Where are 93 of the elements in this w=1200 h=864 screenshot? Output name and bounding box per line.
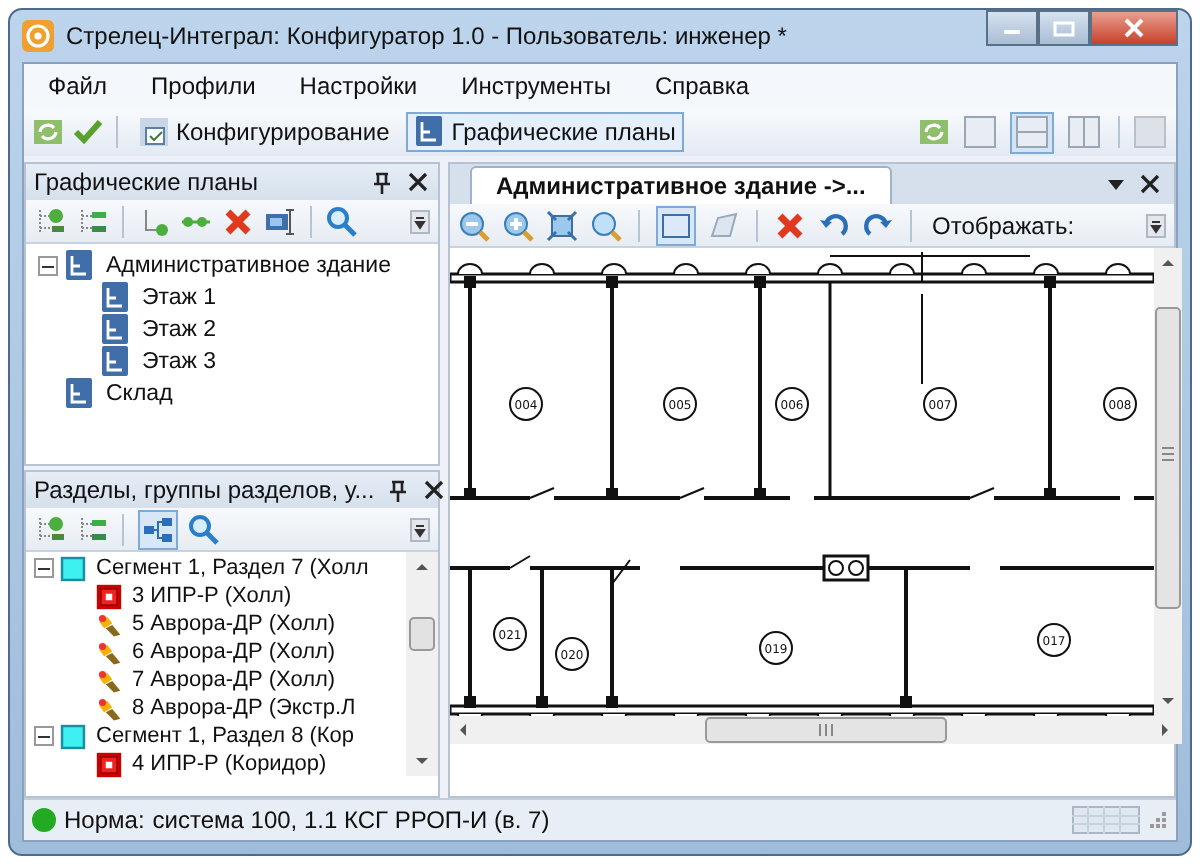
tree-item[interactable]: 3 ИПР-Р (Холл) [128, 584, 296, 608]
zoom-icon[interactable] [590, 209, 622, 241]
tree-item[interactable]: Этаж 3 [138, 350, 221, 374]
tree-view-button[interactable] [138, 509, 178, 549]
display-label: Отображать: [932, 211, 1075, 239]
close-icon [1122, 18, 1146, 38]
vertical-scrollbar[interactable] [406, 552, 438, 776]
rectangle-select-button[interactable] [656, 205, 696, 245]
close-icon[interactable] [1138, 172, 1162, 196]
grid-indicator-icon [1072, 806, 1140, 834]
square-icon [60, 723, 86, 749]
layout-button[interactable] [1010, 111, 1054, 153]
tree-item[interactable]: 7 Аврора-ДР (Холл) [128, 668, 340, 692]
polygon-icon[interactable] [708, 209, 740, 241]
status-state: Норма: [64, 806, 145, 834]
horizontal-scrollbar[interactable] [450, 716, 1182, 744]
menu-item[interactable]: Профили [143, 72, 264, 100]
tree-item[interactable]: Склад [102, 382, 177, 406]
close-icon[interactable] [422, 478, 447, 502]
tree-item[interactable]: 5 Аврора-ДР (Холл) [128, 612, 340, 636]
undo-icon[interactable] [818, 209, 850, 241]
mode-button[interactable]: Графические планы [405, 112, 684, 152]
plan-document-icon [64, 250, 96, 282]
plan-document-icon [100, 282, 132, 314]
layout-icon [1014, 114, 1050, 150]
menu-item[interactable]: Файл [40, 72, 116, 100]
zoom-out-icon[interactable] [458, 209, 490, 241]
expander-icon[interactable] [38, 256, 58, 276]
detector-icon [96, 611, 122, 637]
rectangle-icon [660, 209, 692, 241]
resize-grip-icon[interactable] [1148, 810, 1168, 830]
vertical-scrollbar[interactable] [1154, 248, 1182, 716]
plan-document-icon [64, 378, 96, 410]
close-button[interactable] [1090, 10, 1178, 46]
delete-icon[interactable] [222, 205, 254, 237]
gear-document-icon [138, 116, 170, 148]
tree-item[interactable]: 6 Аврора-ДР (Холл) [128, 640, 340, 664]
tree-view-icon [142, 513, 174, 545]
pin-icon[interactable] [386, 478, 411, 502]
window-title: Стрелец-Интеграл: Конфигуратор 1.0 - Пользователь: инженер * [66, 22, 789, 50]
delete-icon[interactable] [774, 209, 806, 241]
expander-icon[interactable] [34, 726, 54, 746]
fit-to-window-icon[interactable] [546, 209, 578, 241]
tree-item[interactable]: Сегмент 1, Раздел 8 (Кор [92, 724, 359, 748]
layout-icon [962, 114, 998, 150]
square-icon [60, 555, 86, 581]
alarm-button-icon [96, 751, 122, 777]
tree-item[interactable]: Этаж 1 [138, 286, 221, 310]
plan-document-icon [413, 116, 446, 148]
document-tab[interactable]: Административное здание ->... [470, 166, 892, 204]
panel-title: Графические планы [34, 168, 261, 196]
search-icon[interactable] [326, 205, 358, 237]
app-logo-drawing [22, 20, 54, 52]
plan-document-icon [100, 346, 132, 378]
add-subnode-icon[interactable] [76, 205, 108, 237]
detector-icon [96, 695, 122, 721]
add-node-icon[interactable] [34, 513, 66, 545]
layout-button[interactable] [1062, 111, 1106, 153]
maximize-button[interactable] [1038, 10, 1090, 46]
panel-title: Разделы, группы разделов, у... [34, 476, 375, 504]
tree-item[interactable]: 8 Аврора-ДР (Экстр.Л [128, 696, 360, 720]
add-node-icon[interactable] [34, 205, 66, 237]
tree-item[interactable]: Административное здание [102, 254, 395, 278]
redo-icon[interactable] [862, 209, 894, 241]
plan-document-icon [100, 314, 132, 346]
status-text: система 100, 1.1 КСГ РРОП-И (в. 7) [152, 806, 550, 834]
minimize-button[interactable] [986, 10, 1038, 46]
close-icon[interactable] [406, 170, 430, 194]
menu-item[interactable]: Настройки [291, 72, 426, 100]
alarm-button-icon [96, 583, 122, 609]
pin-icon[interactable] [370, 170, 394, 194]
search-icon[interactable] [188, 513, 220, 545]
overflow-icon[interactable] [410, 517, 430, 541]
maximize-icon [1052, 19, 1076, 37]
zoom-in-icon[interactable] [502, 209, 534, 241]
menu-item[interactable]: Инструменты [453, 72, 619, 100]
check-icon[interactable] [72, 116, 104, 148]
mode-button[interactable]: Конфигурирование [130, 112, 398, 152]
menu-item[interactable]: Справка [646, 72, 758, 100]
rename-icon[interactable] [264, 205, 296, 237]
expander-icon[interactable] [34, 558, 54, 578]
layout-icon [1066, 114, 1102, 150]
overflow-icon[interactable] [410, 209, 430, 233]
tree-item[interactable]: 4 ИПР-Р (Коридор) [128, 752, 331, 776]
dropdown-arrow-icon[interactable] [1106, 174, 1126, 194]
add-subnode-icon[interactable] [76, 513, 108, 545]
detector-icon [96, 639, 122, 665]
detector-icon [96, 667, 122, 693]
tree-item[interactable]: Сегмент 1, Раздел 7 (Холл [92, 556, 373, 580]
tree-item[interactable]: Этаж 2 [138, 318, 221, 342]
status-indicator-dot [32, 808, 56, 832]
overflow-icon[interactable] [1146, 213, 1166, 237]
layout-button[interactable] [958, 111, 1002, 153]
